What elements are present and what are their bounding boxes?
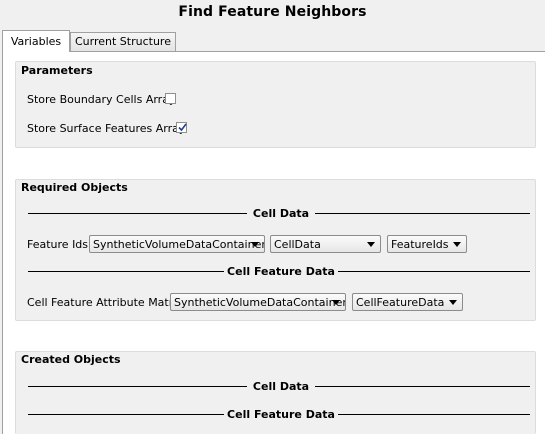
separator-line (338, 414, 530, 415)
required-objects-group: Required Objects Cell Data Feature Ids S… (15, 179, 536, 321)
chevron-down-icon (332, 300, 340, 305)
store-surface-features-label: Store Surface Features Array (27, 122, 186, 135)
feature-ids-attribute-matrix-select[interactable]: CellData (270, 235, 381, 253)
created-objects-group: Created Objects Cell Data Cell Feature D… (15, 351, 536, 434)
store-boundary-cells-checkbox[interactable] (165, 93, 176, 104)
parameters-group-title: Parameters (21, 64, 93, 77)
store-boundary-cells-label: Store Boundary Cells Array (27, 93, 176, 106)
separator-line (28, 213, 247, 214)
chevron-down-icon (449, 300, 457, 305)
store-surface-features-checkbox[interactable] (176, 122, 187, 133)
chevron-down-icon (367, 242, 375, 247)
chevron-down-icon (251, 242, 259, 247)
separator-line (315, 213, 530, 214)
created-cell-feature-data-heading: Cell Feature Data (227, 408, 335, 421)
feature-ids-label: Feature Ids (27, 238, 89, 251)
cell-data-heading: Cell Data (252, 207, 310, 220)
checkmark-icon (178, 123, 187, 132)
chevron-down-icon (453, 242, 461, 247)
cell-feature-attribute-matrix-label: Cell Feature Attribute Matrix (27, 296, 183, 309)
selected-value: CellFeatureData (356, 296, 445, 309)
separator-line (338, 271, 530, 272)
filter-title: Find Feature Neighbors (178, 4, 367, 20)
selected-value: SyntheticVolumeDataContainer (93, 238, 265, 251)
cell-feature-data-container-select[interactable]: SyntheticVolumeDataContainer (170, 293, 346, 311)
created-cell-data-heading: Cell Data (252, 380, 310, 393)
feature-ids-array-select[interactable]: FeatureIds (387, 235, 467, 253)
created-objects-group-title: Created Objects (21, 353, 121, 366)
feature-ids-data-container-select[interactable]: SyntheticVolumeDataContainer (89, 235, 265, 253)
cell-feature-attribute-matrix-select[interactable]: CellFeatureData (352, 293, 463, 311)
required-objects-group-title: Required Objects (21, 181, 128, 194)
cell-feature-data-heading: Cell Feature Data (227, 265, 335, 278)
separator-line (28, 271, 224, 272)
parameters-group: Parameters Store Boundary Cells Array St… (15, 61, 536, 148)
separator-line (28, 414, 224, 415)
separator-line (315, 386, 530, 387)
tab-variables[interactable]: Variables (2, 30, 70, 52)
tab-current-structure[interactable]: Current Structure (70, 32, 176, 51)
separator-line (28, 386, 247, 387)
selected-value: CellData (274, 238, 321, 251)
selected-value: SyntheticVolumeDataContainer (174, 296, 346, 309)
selected-value: FeatureIds (391, 238, 449, 251)
